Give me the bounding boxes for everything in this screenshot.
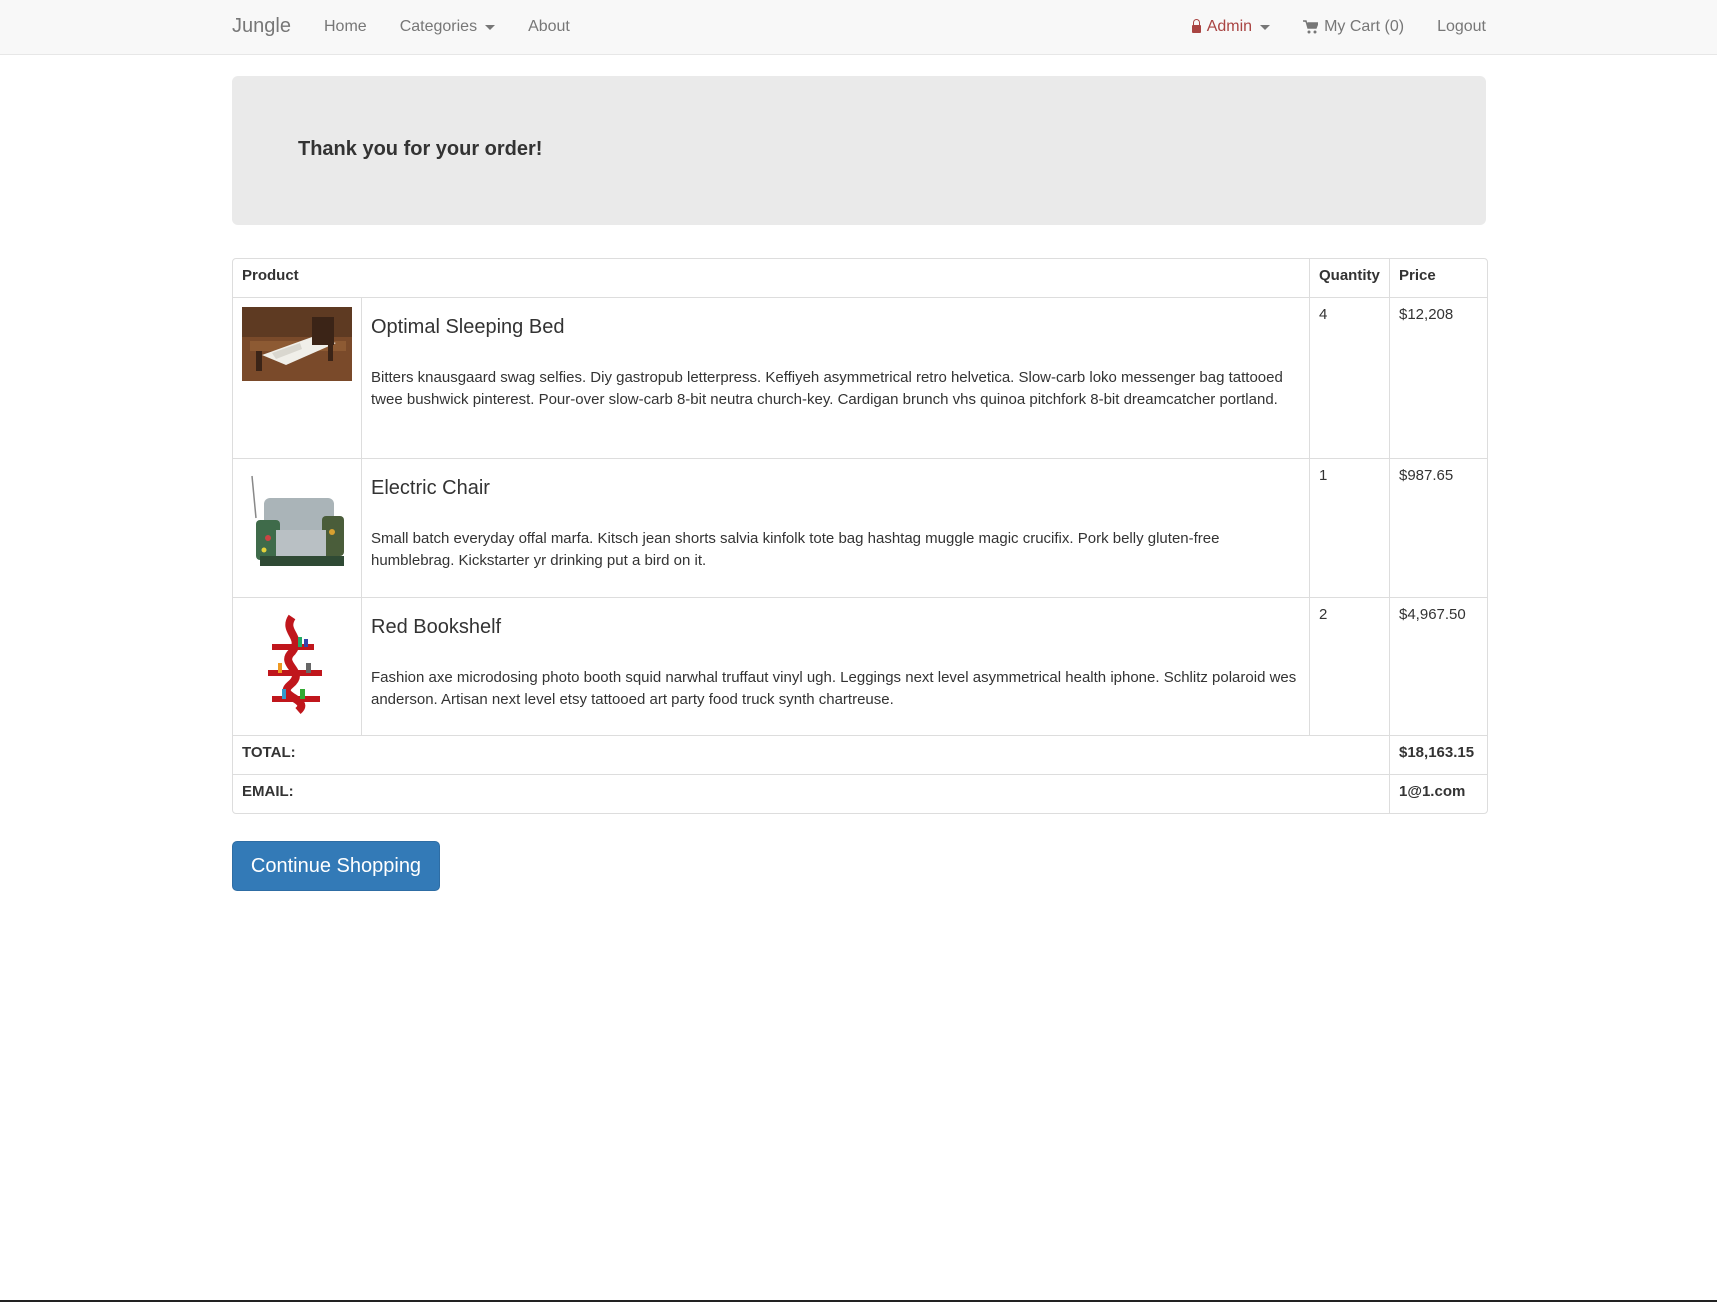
order-table: Product Quantity Price Optimal Sleeping … xyxy=(233,259,1487,813)
order-confirmation-banner: Thank you for your order! xyxy=(232,76,1486,225)
product-price: $12,208 xyxy=(1389,297,1487,459)
continue-shopping-button[interactable]: Continue Shopping xyxy=(232,841,440,891)
caret-down-icon xyxy=(1260,24,1271,30)
product-description: Bitters knausgaard swag selfies. Diy gas… xyxy=(371,369,1283,408)
shopping-cart-icon xyxy=(1303,20,1319,34)
navbar-container: Jungle Home Categories About Admin My Ca… xyxy=(232,0,1486,54)
product-price: $4,967.50 xyxy=(1389,597,1487,736)
product-name[interactable]: Red Bookshelf xyxy=(371,616,1300,639)
nav-cart-link[interactable]: My Cart (0) xyxy=(1303,18,1404,36)
nav-categories-dropdown[interactable]: Categories xyxy=(399,18,496,36)
lock-icon xyxy=(1191,19,1201,33)
table-header-row: Product Quantity Price xyxy=(233,259,1487,298)
total-value: $18,163.15 xyxy=(1389,735,1487,775)
total-row: TOTAL: $18,163.15 xyxy=(233,735,1487,775)
product-image-chair xyxy=(242,468,352,578)
product-image-bed xyxy=(242,307,352,381)
product-image-cell xyxy=(233,597,362,736)
header-product: Product xyxy=(233,259,1310,298)
product-quantity: 1 xyxy=(1309,458,1390,598)
email-row: EMAIL: 1@1.com xyxy=(233,774,1487,813)
product-name[interactable]: Optimal Sleeping Bed xyxy=(371,316,1300,339)
brand-link[interactable]: Jungle xyxy=(232,15,291,38)
banner-title: Thank you for your order! xyxy=(298,138,543,160)
product-info-cell: Red Bookshelf Fashion axe microdosing ph… xyxy=(361,597,1310,736)
product-image-cell xyxy=(233,297,362,459)
nav-about-link[interactable]: About xyxy=(528,18,570,36)
nav-categories-label: Categories xyxy=(399,18,478,35)
email-label: EMAIL: xyxy=(233,774,1390,813)
order-table-wrapper: Product Quantity Price Optimal Sleeping … xyxy=(232,258,1488,814)
nav-admin-dropdown[interactable]: Admin xyxy=(1191,18,1271,36)
product-price: $987.65 xyxy=(1389,458,1487,598)
product-info-cell: Electric Chair Small batch everyday offa… xyxy=(361,458,1310,598)
top-navbar: Jungle Home Categories About Admin My Ca… xyxy=(0,0,1717,55)
product-description: Fashion axe microdosing photo booth squi… xyxy=(371,669,1297,708)
nav-home-link[interactable]: Home xyxy=(324,18,367,36)
product-name[interactable]: Electric Chair xyxy=(371,477,1300,500)
product-quantity: 2 xyxy=(1309,597,1390,736)
nav-logout-link[interactable]: Logout xyxy=(1437,18,1486,36)
product-image-cell xyxy=(233,458,362,598)
header-price: Price xyxy=(1389,259,1487,298)
nav-admin-label: Admin xyxy=(1206,18,1253,35)
table-row: Red Bookshelf Fashion axe microdosing ph… xyxy=(233,597,1487,736)
header-quantity: Quantity xyxy=(1309,259,1390,298)
nav-left-links: Home Categories About xyxy=(324,18,570,36)
product-image-bookshelf xyxy=(242,607,352,717)
product-info-cell: Optimal Sleeping Bed Bitters knausgaard … xyxy=(361,297,1310,459)
product-description: Small batch everyday offal marfa. Kitsch… xyxy=(371,530,1220,569)
caret-down-icon xyxy=(485,24,496,30)
nav-cart-label: My Cart (0) xyxy=(1324,18,1405,35)
email-value: 1@1.com xyxy=(1389,774,1487,813)
product-quantity: 4 xyxy=(1309,297,1390,459)
table-row: Electric Chair Small batch everyday offa… xyxy=(233,458,1487,598)
table-row: Optimal Sleeping Bed Bitters knausgaard … xyxy=(233,297,1487,459)
nav-right-links: Admin My Cart (0) Logout xyxy=(1191,18,1486,36)
total-label: TOTAL: xyxy=(233,735,1390,775)
